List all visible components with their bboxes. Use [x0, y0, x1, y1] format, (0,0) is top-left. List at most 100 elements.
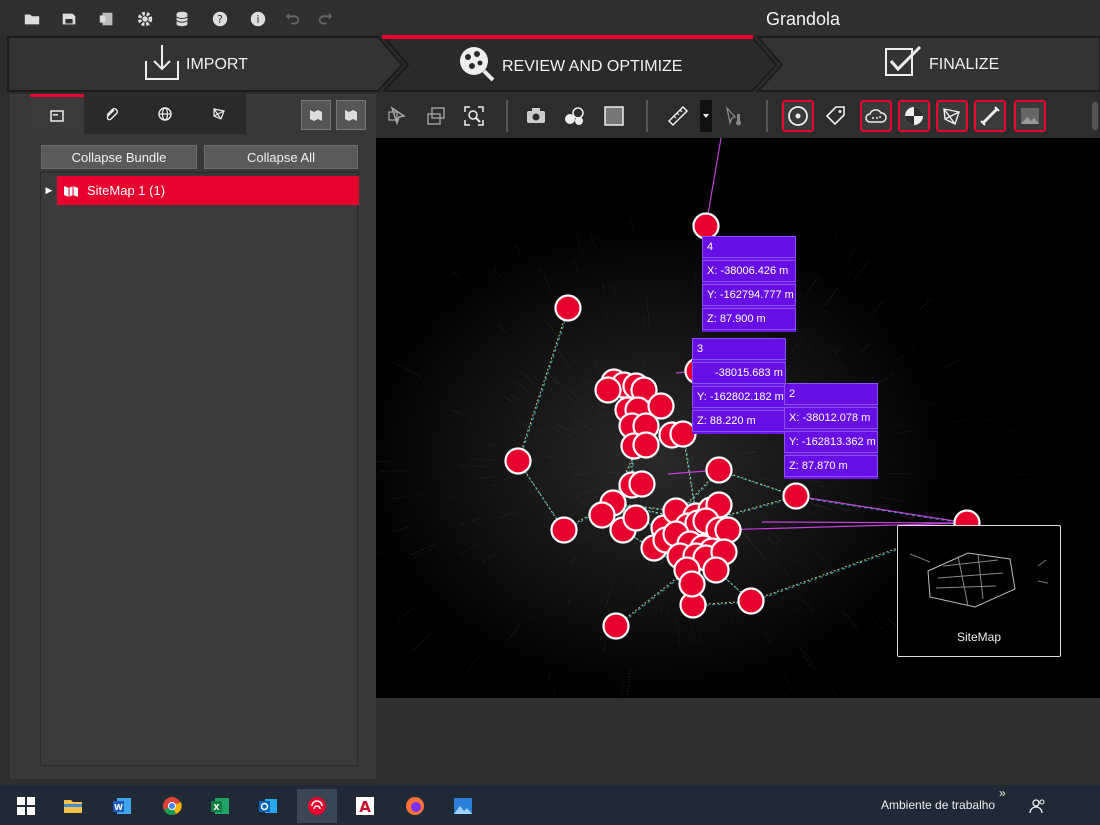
point-streak	[552, 689, 556, 698]
windows-start-icon[interactable]	[6, 789, 46, 823]
toolbar-scrollbar[interactable]	[1092, 102, 1098, 130]
scan-info-4: 4 X: -38006.426 m Y: -162794.777 m Z: 87…	[702, 236, 796, 332]
zoom-fit-button[interactable]	[458, 100, 490, 132]
project-tree: ▶ SiteMap 1 (1)	[40, 172, 359, 766]
camera-button[interactable]	[520, 100, 552, 132]
plane-button[interactable]	[598, 100, 630, 132]
scan-position-marker	[737, 587, 765, 615]
photos-icon[interactable]	[443, 789, 483, 823]
spheres-button[interactable]	[558, 100, 590, 132]
word-icon[interactable]: W	[102, 789, 142, 823]
file-explorer-icon[interactable]	[53, 789, 93, 823]
import-icon[interactable]	[142, 41, 182, 83]
tree-item-label: SiteMap 1 (1)	[87, 183, 166, 198]
step-import[interactable]: IMPORT	[186, 56, 248, 74]
export-icon[interactable]	[97, 9, 117, 29]
target-button[interactable]	[782, 100, 814, 132]
scan-position-marker	[782, 482, 810, 510]
collapse-all-button[interactable]: Collapse All	[204, 145, 358, 169]
tab-network[interactable]	[192, 94, 246, 134]
ruler-icon	[667, 105, 689, 127]
svg-text:i: i	[257, 13, 260, 26]
point-streak	[853, 260, 869, 282]
svg-text:A: A	[359, 798, 371, 816]
scan-position-marker	[714, 516, 742, 544]
image-button[interactable]	[1014, 100, 1046, 132]
map-add-button[interactable]	[301, 100, 331, 130]
image-icon	[1021, 108, 1039, 124]
camera-icon	[527, 108, 545, 123]
tag-button[interactable]	[820, 100, 852, 132]
tab-project[interactable]	[30, 94, 84, 134]
people-icon[interactable]	[1018, 789, 1058, 823]
scan-info-2: 2 X: -38012.078 m Y: -162813.362 m Z: 87…	[784, 383, 878, 479]
info-icon[interactable]: i	[248, 9, 268, 29]
gear-icon[interactable]	[135, 9, 155, 29]
taskbar-overflow[interactable]: »	[999, 786, 1006, 800]
tab-georeference[interactable]	[138, 94, 192, 134]
network-view-button[interactable]	[936, 100, 968, 132]
database-icon[interactable]	[172, 9, 192, 29]
point-streak	[397, 605, 417, 621]
svg-text:W: W	[114, 803, 123, 812]
checkerboard-button[interactable]	[898, 100, 930, 132]
link-icon	[980, 106, 1000, 126]
outlook-icon[interactable]	[248, 789, 288, 823]
redo-icon[interactable]	[315, 9, 335, 29]
help-icon[interactable]: ?	[210, 9, 230, 29]
point-streak	[830, 224, 843, 246]
globe-icon	[158, 107, 172, 121]
scan-position-marker	[705, 456, 733, 484]
scan-x: X: -38012.078 m	[784, 407, 878, 429]
scan-position-marker	[504, 447, 532, 475]
cloud-button[interactable]	[860, 100, 892, 132]
map-view-button[interactable]	[336, 100, 366, 130]
point-streak	[949, 416, 978, 424]
select-tool-button[interactable]	[382, 100, 414, 132]
scan-position-marker	[594, 376, 622, 404]
step-review[interactable]: REVIEW AND OPTIMIZE	[502, 58, 682, 76]
measure-dropdown[interactable]	[700, 100, 712, 132]
open-folder-icon[interactable]	[22, 9, 42, 29]
window-tool-button[interactable]	[420, 100, 452, 132]
scan-position-marker	[588, 501, 616, 529]
map-view-icon	[345, 110, 357, 121]
point-streak	[847, 247, 857, 262]
panel-tabs	[30, 94, 250, 134]
select-3d-icon	[388, 106, 406, 126]
recap-app-icon[interactable]	[297, 789, 337, 823]
scan-x: -38015.683 m	[692, 362, 786, 384]
minimap[interactable]: SiteMap	[897, 525, 1061, 657]
undo-icon[interactable]	[283, 9, 303, 29]
square-icon	[604, 106, 624, 126]
save-icon[interactable]	[59, 9, 79, 29]
map-add-icon	[310, 110, 322, 121]
svg-text:?: ?	[217, 13, 223, 26]
collapse-bundle-button[interactable]: Collapse Bundle	[41, 145, 197, 169]
scan-y: Y: -162794.777 m	[702, 284, 796, 306]
measure-button[interactable]	[662, 100, 694, 132]
review-icon[interactable]	[457, 45, 497, 83]
tab-attachments[interactable]	[84, 94, 138, 134]
autocad-icon[interactable]: A	[345, 789, 385, 823]
probe-button[interactable]	[718, 100, 750, 132]
project-panel: Collapse Bundle Collapse All ▶ SiteMap 1…	[10, 94, 376, 779]
finalize-icon[interactable]	[884, 45, 924, 79]
link-button[interactable]	[974, 100, 1006, 132]
tree-item-sitemap[interactable]: ▶ SiteMap 1 (1)	[41, 176, 359, 205]
folder-icon	[50, 109, 64, 122]
scan-position-marker	[702, 556, 730, 584]
excel-icon[interactable]: X	[200, 789, 240, 823]
firefox-icon[interactable]	[395, 789, 435, 823]
scan-id: 2	[784, 383, 878, 405]
expand-caret-icon[interactable]: ▶	[41, 176, 57, 205]
point-streak	[832, 689, 838, 698]
pointer-thermo-icon	[725, 105, 741, 126]
paperclip-icon	[106, 108, 118, 121]
scan-position-marker	[678, 570, 706, 598]
step-finalize[interactable]: FINALIZE	[929, 56, 999, 74]
point-streak	[942, 357, 965, 369]
minimap-preview	[909, 552, 1049, 608]
desktop-label[interactable]: Ambiente de trabalho	[881, 798, 995, 812]
chrome-icon[interactable]	[152, 789, 192, 823]
